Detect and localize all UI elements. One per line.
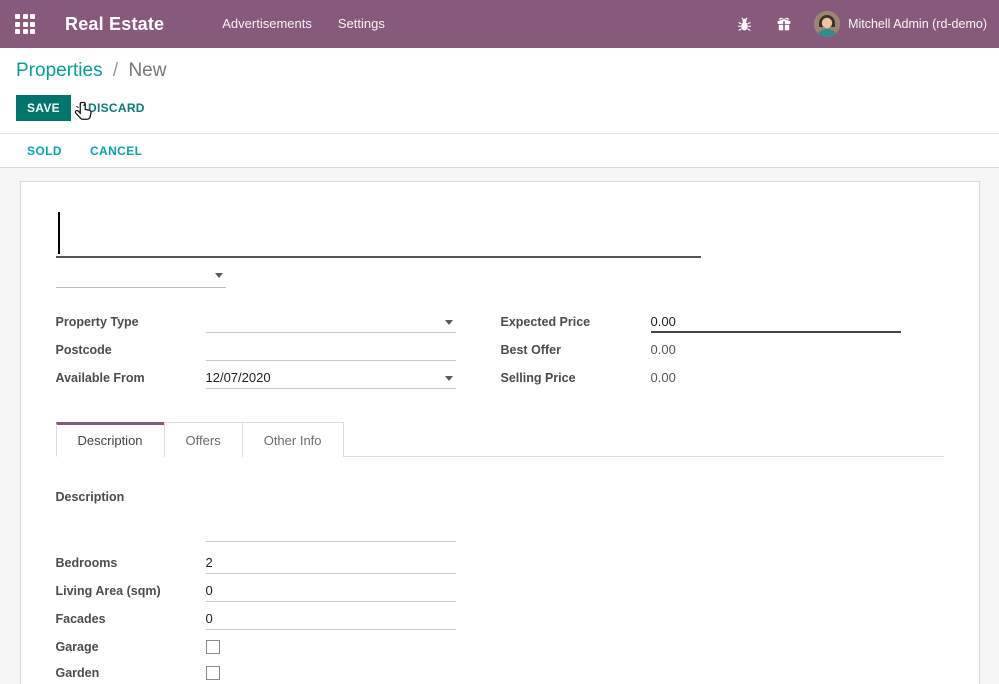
menu-advertisements[interactable]: Advertisements [222,0,312,48]
facades-label: Facades [56,612,206,626]
cancel-button[interactable]: CANCEL [90,144,142,158]
chevron-down-icon[interactable] [215,273,223,278]
postcode-label: Postcode [56,343,206,357]
facades-field[interactable] [206,608,456,630]
text-cursor [58,212,60,254]
field-row-description-label: Description [56,485,944,509]
living-area-label: Living Area (sqm) [56,584,206,598]
bedrooms-input[interactable] [206,552,456,572]
tags-field[interactable] [56,264,226,288]
app-brand[interactable]: Real Estate [65,14,164,35]
user-avatar [814,11,840,37]
property-type-select[interactable] [206,311,456,333]
expected-price-field[interactable] [651,311,901,333]
available-from-input[interactable] [206,367,456,387]
breadcrumb-separator: / [113,60,118,81]
field-row-facades: Facades [56,607,944,631]
gift-icon[interactable] [774,14,794,34]
facades-input[interactable] [206,608,456,628]
garage-field [206,636,456,658]
field-row-postcode: Postcode [56,338,456,362]
tab-other-info[interactable]: Other Info [242,422,344,457]
tab-description[interactable]: Description [56,422,165,457]
property-title-field[interactable] [56,210,701,258]
chevron-down-icon[interactable] [445,376,453,381]
field-row-property-type: Property Type [56,310,456,334]
living-area-input[interactable] [206,580,456,600]
field-row-bedrooms: Bedrooms [56,551,944,575]
selling-price-field: 0.00 [651,367,901,389]
breadcrumb-properties[interactable]: Properties [16,60,103,81]
save-button[interactable]: SAVE [16,95,71,121]
breadcrumb-new: New [128,60,166,81]
apps-menu-icon[interactable] [15,14,35,34]
description-field[interactable] [206,520,456,542]
tags-input[interactable] [56,264,201,286]
postcode-input[interactable] [206,339,456,359]
field-row-best-offer: Best Offer 0.00 [501,338,944,362]
best-offer-label: Best Offer [501,343,651,357]
property-form-sheet: Property Type Postcode Available From [20,181,980,684]
statusbar: SOLD CANCEL [0,133,999,168]
bedrooms-label: Bedrooms [56,556,206,570]
chevron-down-icon[interactable] [445,320,453,325]
available-from-datepicker[interactable] [206,367,456,389]
control-panel: Properties / New SAVE DISCARD [0,48,999,133]
form-actions: SAVE DISCARD [16,95,983,121]
garden-label: Garden [56,666,206,680]
property-title-input[interactable] [56,210,701,256]
field-row-garden: Garden [56,661,944,684]
garage-label: Garage [56,640,206,654]
expected-price-input[interactable] [651,311,901,331]
garden-field [206,662,456,684]
field-row-selling-price: Selling Price 0.00 [501,366,944,390]
tab-offers[interactable]: Offers [164,422,243,457]
right-column: Expected Price Best Offer 0.00 Selling P… [456,310,944,394]
user-name: Mitchell Admin (rd-demo) [848,17,987,31]
living-area-field[interactable] [206,580,456,602]
menu-settings[interactable]: Settings [338,0,385,48]
field-row-expected-price: Expected Price [501,310,944,334]
garden-checkbox[interactable] [206,666,220,680]
breadcrumb: Properties / New [16,60,983,82]
notebook-tabs: Description Offers Other Info [56,422,944,457]
bug-icon[interactable] [734,14,754,34]
top-navbar: Real Estate Advertisements Settings [0,0,999,48]
left-column: Property Type Postcode Available From [56,310,456,394]
discard-button[interactable]: DISCARD [88,101,145,115]
sold-button[interactable]: SOLD [27,144,62,158]
bedrooms-field[interactable] [206,552,456,574]
description-label: Description [56,490,206,504]
main-field-group: Property Type Postcode Available From [56,310,944,394]
navbar-menu: Advertisements Settings [222,0,385,48]
selling-price-label: Selling Price [501,371,651,385]
content-area: Property Type Postcode Available From [0,168,999,684]
user-menu[interactable]: Mitchell Admin (rd-demo) [814,11,987,37]
garage-checkbox[interactable] [206,640,220,654]
field-row-available-from: Available From [56,366,456,390]
field-row-garage: Garage [56,635,944,658]
available-from-label: Available From [56,371,206,385]
property-type-input[interactable] [206,311,456,331]
selling-price-value: 0.00 [651,370,676,385]
best-offer-value: 0.00 [651,342,676,357]
field-row-description-input [56,519,944,543]
navbar-right: Mitchell Admin (rd-demo) [734,11,987,37]
description-tab-content: Description Bedrooms Living Area (sqm) [56,457,944,684]
field-row-living-area: Living Area (sqm) [56,579,944,603]
best-offer-field: 0.00 [651,339,901,361]
description-input[interactable] [206,520,456,540]
postcode-field[interactable] [206,339,456,361]
expected-price-label: Expected Price [501,315,651,329]
property-type-label: Property Type [56,315,206,329]
